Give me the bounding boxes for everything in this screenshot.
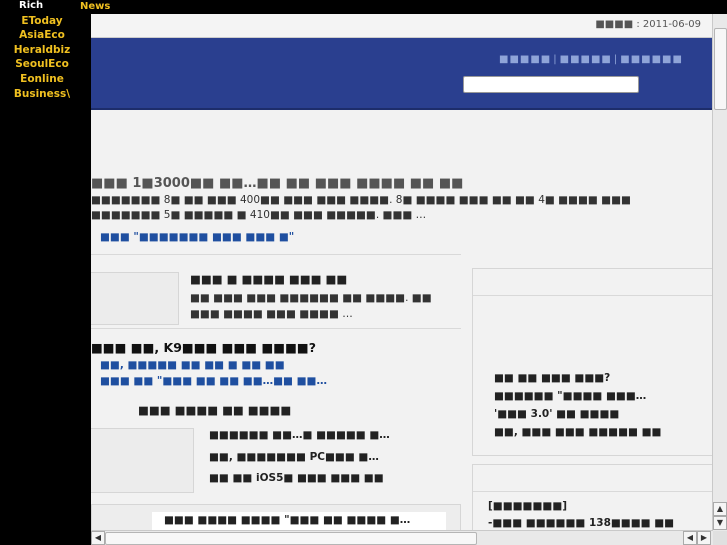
side-item[interactable]: ■■, ■■■ ■■■ ■■■■■ ■■: [494, 426, 661, 438]
date-label: ■■■■ : 2011-06-09: [595, 19, 701, 30]
divider: [91, 254, 461, 255]
related-link[interactable]: ■■■ "■■■■■■■ ■■■ ■■■ ■": [100, 231, 294, 243]
panel-header-divider: [473, 295, 717, 296]
side-item[interactable]: '■■■ 3.0' ■■ ■■■■: [494, 408, 619, 420]
vertical-scrollbar[interactable]: ▲ ▼: [712, 14, 727, 531]
story-title[interactable]: ■■■ ■ ■■■■ ■■■ ■■: [190, 272, 347, 286]
chevron-right-icon[interactable]: ▶: [697, 531, 711, 545]
thumbnail[interactable]: [91, 272, 179, 325]
top-bar: Rich News: [0, 0, 727, 14]
list-item[interactable]: ■■ ■■ iOS5■ ■■■ ■■■ ■■: [209, 472, 384, 484]
list-item[interactable]: ■■, ■■■■■■■ PC■■■ ■…: [209, 451, 379, 463]
list-item[interactable]: ■■■ ■■■■ ■■■■ "■■■ ■■ ■■■■ ■…: [164, 514, 410, 526]
top-nav-item[interactable]: ■■■■■: [499, 54, 551, 65]
vertical-scroll-thumb[interactable]: [714, 28, 727, 110]
sidebar: EToday AsiaEco Heraldbiz SeoulEco Eonlin…: [0, 14, 91, 545]
chevron-up-icon[interactable]: ▲: [713, 502, 727, 516]
sidebar-item-etoday[interactable]: EToday: [0, 15, 84, 27]
sidebar-item-heraldbiz[interactable]: Heraldbiz: [0, 44, 84, 56]
scroll-up-area[interactable]: [713, 14, 725, 26]
related-link[interactable]: ■■■ ■■ "■■■ ■■ ■■ ■■…■■ ■■…: [100, 375, 327, 387]
top-nav-item[interactable]: ■■■■■: [560, 54, 612, 65]
top-nav: ■■■■■ | ■■■■■ | ■■■■■■: [499, 54, 683, 65]
story-summary-line: ■■ ■■■ ■■■ ■■■■■■ ■■ ■■■■. ■■: [190, 292, 432, 304]
story-summary-line: ■■■ ■■■■ ■■■ ■■■■ …: [190, 308, 353, 320]
chevron-left-icon[interactable]: ◀: [91, 531, 105, 545]
sidebar-item-seouleco[interactable]: SeoulEco: [0, 58, 84, 70]
content-frame: ■■■■ : 2011-06-09 ■■■■■ | ■■■■■ | ■■■■■■ ■■■…: [91, 14, 727, 545]
side-item[interactable]: -■■■ ■■■■■■ 138■■■■ ■■: [488, 517, 674, 529]
side-item[interactable]: ■■■■■■ "■■■■ ■■■…: [494, 390, 646, 402]
side-item[interactable]: ■■ ■■ ■■■ ■■■?: [494, 372, 610, 384]
sidebar-item-business[interactable]: Business\: [0, 88, 84, 100]
headline[interactable]: ■■■ 1■3000■■ ■■…■■ ■■ ■■■ ■■■■ ■■ ■■: [91, 176, 463, 191]
date-strip: ■■■■ : 2011-06-09: [91, 14, 713, 38]
chevron-down-icon[interactable]: ▼: [713, 516, 727, 530]
divider: [91, 328, 461, 329]
side-panel-heading: [■■■■■■■]: [488, 500, 568, 512]
thumbnail[interactable]: [91, 428, 194, 493]
headline-summary-line: ■■■■■■■ 8■ ■■ ■■■ 400■■ ■■■ ■■■ ■■■■. 8■…: [91, 194, 631, 206]
list-item[interactable]: ■■■■■■ ■■…■ ■■■■■ ■…: [209, 429, 390, 441]
scroll-corner: [713, 531, 727, 545]
horizontal-scrollbar[interactable]: ◀ ◀ ▶: [91, 530, 713, 545]
top-link-news[interactable]: News: [80, 1, 110, 12]
story-title[interactable]: ■■■ ■■, K9■■■ ■■■ ■■■■?: [91, 340, 316, 355]
panel-header-divider: [473, 491, 717, 492]
section-title: ■■■ ■■■■ ■■ ■■■■: [138, 403, 292, 417]
sidebar-item-asiaeco[interactable]: AsiaEco: [0, 29, 84, 41]
sidebar-item-eonline[interactable]: Eonline: [0, 73, 84, 85]
horizontal-scroll-thumb[interactable]: [105, 532, 477, 545]
chevron-left-icon[interactable]: ◀: [683, 531, 697, 545]
related-link[interactable]: ■■, ■■■■■ ■■ ■■ ■ ■■ ■■: [100, 359, 285, 371]
top-link-rich[interactable]: Rich: [19, 0, 43, 11]
search-input[interactable]: [463, 76, 639, 93]
headline-summary-line: ■■■■■■■ 5■ ■■■■■ ■ 410■■ ■■■ ■■■■■. ■■■ …: [91, 209, 427, 221]
header-banner: ■■■■■ | ■■■■■ | ■■■■■■: [91, 38, 713, 110]
top-nav-item[interactable]: ■■■■■■: [620, 54, 683, 65]
